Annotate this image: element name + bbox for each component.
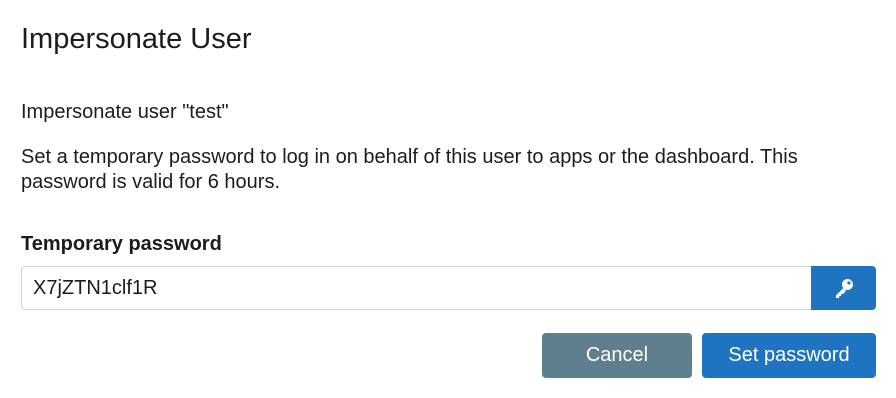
set-password-button[interactable]: Set password: [702, 333, 876, 378]
dialog-actions: Cancel Set password: [542, 333, 876, 378]
temporary-password-group: [21, 266, 876, 310]
key-icon: [832, 276, 856, 300]
generate-password-button[interactable]: [811, 266, 876, 310]
impersonate-subtitle: Impersonate user "test": [21, 101, 229, 123]
dialog-description: Set a temporary password to log in on be…: [21, 146, 798, 193]
temporary-password-label: Temporary password: [21, 233, 222, 255]
dialog-title: Impersonate User: [21, 23, 252, 55]
temporary-password-input[interactable]: [21, 266, 811, 310]
cancel-button[interactable]: Cancel: [542, 333, 692, 378]
impersonate-user-dialog: Impersonate User Impersonate user "test"…: [0, 0, 896, 398]
